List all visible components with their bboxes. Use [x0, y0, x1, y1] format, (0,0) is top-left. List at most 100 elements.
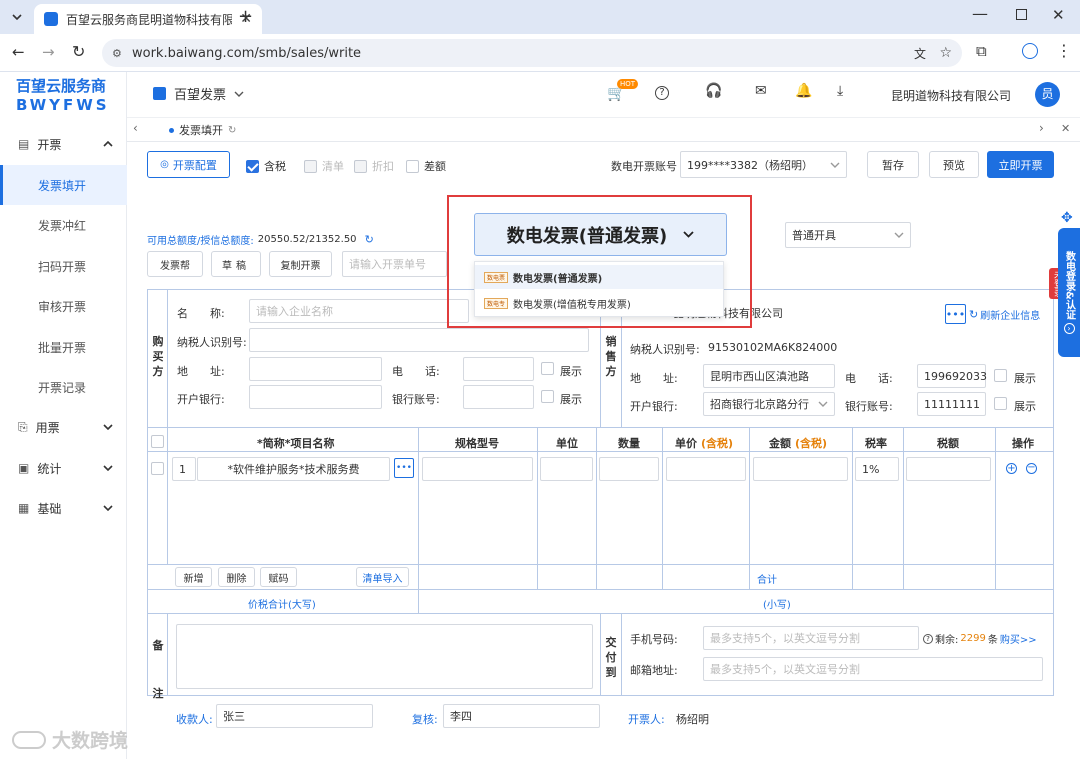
close-window-icon[interactable]: ✕ [1052, 6, 1065, 24]
sidebar-group-stats[interactable]: ▣ 统计 [0, 448, 127, 488]
difference-checkbox[interactable]: 差额 [406, 158, 446, 174]
issue-now-button[interactable]: 立即开票 [987, 151, 1054, 178]
tabs-scroll-left-icon[interactable]: ‹ [133, 121, 138, 135]
minimize-icon[interactable]: — [972, 4, 988, 23]
extensions-icon[interactable]: ⧉ [976, 42, 987, 60]
seller-tel-input[interactable]: 199692033 [917, 364, 987, 388]
maximize-icon[interactable] [1016, 9, 1027, 20]
list-checkbox[interactable]: 清单 [304, 158, 344, 174]
add-row-icon[interactable]: + [1006, 463, 1017, 474]
sidebar-item-batch-invoice[interactable]: 批量开票 [0, 327, 127, 367]
save-draft-button[interactable]: 暂存 [867, 151, 919, 178]
bookmark-star-icon[interactable]: ☆ [939, 45, 952, 61]
top-nav: 百望发票 🛒 HOT ? 🎧 ✉ 🔔 ⤓ 昆明道物科技有限公司 员 [127, 72, 1080, 118]
account-select[interactable]: 199****3382（杨绍明） [680, 151, 847, 178]
spec-input[interactable] [422, 457, 533, 481]
item-name-input[interactable]: *软件维护服务*技术服务费 [197, 457, 390, 481]
side-char: 付 [605, 651, 617, 664]
discount-checkbox[interactable]: 折扣 [354, 158, 394, 174]
sidebar-item-fill-invoice[interactable]: 发票填开 [0, 165, 127, 205]
row-checkbox[interactable] [151, 462, 164, 475]
buyer-tel-input[interactable] [463, 357, 534, 381]
digital-login-button[interactable]: 数电登录&认证 › [1058, 228, 1080, 357]
invoice-helper-button[interactable]: 发票帮 [147, 251, 203, 277]
buyer-account-input[interactable] [463, 385, 534, 409]
browser-tab[interactable]: 百望云服务商昆明道物科技有限公司 ✕ [34, 4, 262, 34]
help-icon[interactable]: ? [655, 86, 669, 100]
tax-included-checkbox[interactable]: 含税 [246, 158, 286, 174]
copy-invoice-button[interactable]: 复制开票 [269, 251, 332, 277]
seller-more-button[interactable]: ••• [945, 304, 966, 324]
add-item-button[interactable]: 新增 [175, 567, 212, 587]
unit-input[interactable] [540, 457, 593, 481]
payee-input[interactable]: 张三 [216, 704, 373, 728]
refresh-company-button[interactable]: ↻ 刷新企业信息 [969, 307, 1040, 322]
buyer-tax-input[interactable] [249, 328, 589, 352]
buyer-bank-input[interactable] [249, 385, 382, 409]
assign-code-button[interactable]: 赋码 [260, 567, 297, 587]
site-info-icon[interactable]: ⚙ [112, 47, 122, 60]
buyer-show-checkbox[interactable] [541, 362, 554, 375]
sidebar-item-review-invoice[interactable]: 审核开票 [0, 286, 127, 326]
new-tab-icon[interactable]: + [238, 6, 253, 27]
sidebar-group-invoice[interactable]: ▤ 开票 [0, 124, 127, 164]
select-all-checkbox[interactable] [151, 435, 164, 448]
reload-icon[interactable]: ↻ [72, 42, 85, 61]
remark-textarea[interactable] [176, 624, 593, 689]
url-field[interactable]: ⚙ work.baiwang.com/smb/sales/write 文 ☆ [102, 39, 962, 67]
seller-address-input[interactable]: 昆明市西山区滇池路 [703, 364, 835, 388]
checkbox-icon [354, 159, 367, 173]
qty-input[interactable] [599, 457, 659, 481]
reviewer-input[interactable]: 李四 [443, 704, 600, 728]
item-picker-button[interactable]: ••• [394, 458, 414, 478]
invoice-number-input[interactable]: 请输入开票单号 [342, 251, 447, 277]
inbox-icon[interactable]: ✉ [755, 83, 767, 99]
product-switcher[interactable]: 百望发票 [153, 84, 244, 103]
email-input[interactable]: 最多支持5个，以英文逗号分割 [703, 657, 1043, 681]
import-list-button[interactable]: 清单导入 [356, 567, 409, 587]
tax-amount-input[interactable] [906, 457, 991, 481]
forward-icon[interactable]: → [42, 43, 55, 61]
seller-bank-select[interactable]: 招商银行北京路分行 [703, 392, 835, 416]
sidebar-item-scan-invoice[interactable]: 扫码开票 [0, 246, 127, 286]
sidebar-item-red-invoice[interactable]: 发票冲红 [0, 205, 127, 245]
close-all-tabs-icon[interactable]: ✕ [1061, 122, 1070, 135]
buyer-address-input[interactable] [249, 357, 382, 381]
tab-list-button[interactable] [6, 7, 28, 27]
drag-handle-icon[interactable]: ✥ [1061, 210, 1073, 226]
config-button[interactable]: ◎ 开票配置 [147, 151, 230, 178]
company-name[interactable]: 昆明道物科技有限公司 [891, 87, 1011, 104]
seller-tel-show-checkbox[interactable] [994, 369, 1007, 382]
refresh-tab-icon[interactable]: ↻ [228, 125, 236, 136]
sidebar-group-basic[interactable]: ▦ 基础 [0, 488, 127, 528]
bell-icon[interactable]: 🔔 [795, 83, 812, 99]
remove-row-icon[interactable]: − [1026, 463, 1037, 474]
tab-fill-invoice[interactable]: 发票填开 ↻ [169, 122, 236, 138]
amount-input[interactable] [753, 457, 848, 481]
headset-icon[interactable]: 🎧 [705, 83, 722, 99]
tax-rate-input[interactable]: 1% [855, 457, 899, 481]
price-input[interactable] [666, 457, 746, 481]
seller-account-input[interactable]: 11111111 [917, 392, 986, 416]
buyer-account-show-checkbox[interactable] [541, 390, 554, 403]
refresh-quota-icon[interactable]: ↻ [365, 233, 374, 246]
back-icon[interactable]: ← [12, 43, 25, 61]
issue-mode-select[interactable]: 普通开具 [785, 222, 911, 248]
seller-account-show-checkbox[interactable] [994, 397, 1007, 410]
info-icon: ? [923, 633, 933, 644]
delete-item-button[interactable]: 删除 [218, 567, 255, 587]
menu-icon[interactable]: ⋮ [1056, 41, 1072, 60]
buy-sms-link[interactable]: 购买>> [1000, 631, 1037, 646]
draft-button[interactable]: 草稿 [211, 251, 261, 277]
download-icon[interactable]: ⤓ [837, 83, 843, 99]
sidebar-group-use[interactable]: ⎘ 用票 [0, 407, 127, 447]
avatar[interactable]: 员 [1035, 82, 1060, 107]
profile-icon[interactable] [1022, 43, 1038, 59]
phone-input[interactable]: 最多支持5个，以英文逗号分割 [703, 626, 919, 650]
preview-button[interactable]: 预览 [929, 151, 979, 178]
sidebar-group-label: 统计 [37, 461, 62, 476]
sidebar-item-invoice-records[interactable]: 开票记录 [0, 367, 127, 407]
buyer-name-input[interactable]: 请输入企业名称 [249, 299, 469, 323]
translate-icon[interactable]: 文 [914, 45, 926, 62]
tabs-scroll-right-icon[interactable]: › [1039, 121, 1044, 135]
